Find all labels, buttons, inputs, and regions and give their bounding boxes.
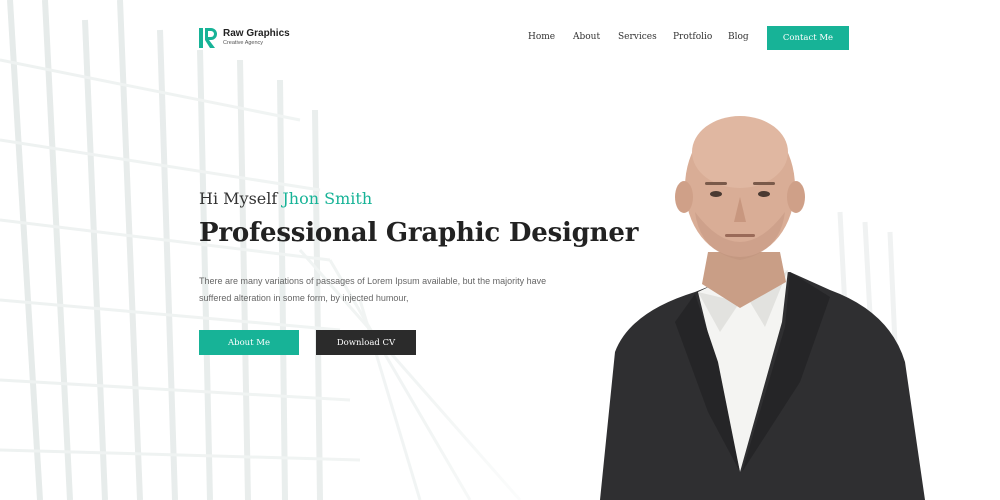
nav-item-services[interactable]: Services bbox=[618, 32, 657, 42]
brand-subtitle: Creative Agency bbox=[223, 40, 264, 47]
hero-description: There are many variations of passages of… bbox=[199, 276, 547, 303]
brand-title: Raw Graphics bbox=[223, 28, 290, 40]
site-header: Raw Graphics Creative Agency Home About … bbox=[0, 0, 1000, 76]
logo-mark-icon bbox=[199, 28, 217, 48]
contact-me-button[interactable]: Contact Me bbox=[767, 26, 849, 50]
nav-item-home[interactable]: Home bbox=[528, 32, 555, 42]
greeting-name: Jhon Smith bbox=[282, 189, 373, 208]
about-me-button[interactable]: About Me bbox=[199, 330, 299, 355]
brand-logo[interactable]: Raw Graphics Creative Agency bbox=[199, 28, 290, 48]
nav-item-portfolio[interactable]: Protfolio bbox=[673, 32, 712, 42]
nav-item-blog[interactable]: Blog bbox=[728, 32, 749, 42]
download-cv-button[interactable]: Download CV bbox=[316, 330, 416, 355]
nav-item-about[interactable]: About bbox=[573, 32, 600, 42]
hero-portrait-image bbox=[590, 112, 930, 500]
hero-greeting: Hi Myself Jhon Smith bbox=[199, 189, 372, 208]
greeting-prefix: Hi Myself bbox=[199, 189, 278, 208]
hero-headline: Professional Graphic Designer bbox=[199, 218, 639, 248]
